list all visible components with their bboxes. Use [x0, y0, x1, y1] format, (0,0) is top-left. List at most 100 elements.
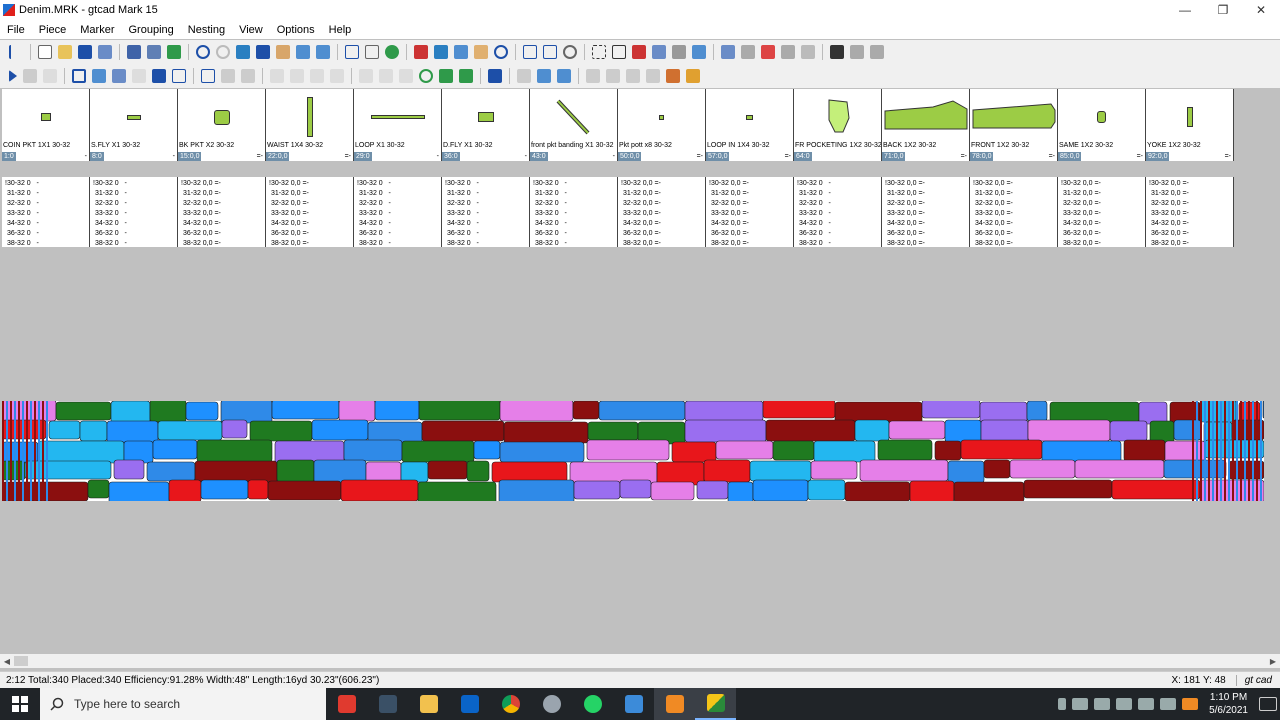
tools-icon[interactable] [666, 69, 680, 83]
marker-piece[interactable] [772, 440, 815, 461]
marker-piece[interactable] [157, 420, 223, 441]
marker-piece[interactable] [1262, 401, 1264, 419]
marker-piece[interactable] [185, 401, 219, 421]
marker-piece[interactable] [37, 440, 125, 464]
transform-icon[interactable] [652, 45, 666, 59]
step-icon[interactable] [23, 69, 37, 83]
marker-piece[interactable] [573, 480, 621, 500]
ruler-icon[interactable] [414, 45, 428, 59]
piece-card[interactable]: FRONT 1X2 30-32 78:0,0 =- [970, 89, 1058, 161]
tool-icon[interactable] [781, 45, 795, 59]
marker-piece[interactable] [152, 439, 198, 460]
marker-piece[interactable] [110, 401, 151, 424]
marker-piece[interactable] [200, 479, 249, 500]
import-icon[interactable] [98, 45, 112, 59]
select-area-icon[interactable] [592, 45, 606, 59]
grid-icon[interactable] [672, 45, 686, 59]
marker-piece[interactable] [749, 460, 812, 482]
align-icon[interactable] [434, 45, 448, 59]
taskbar-gtcad[interactable] [695, 688, 736, 720]
marker-piece[interactable] [1074, 459, 1165, 479]
size-column[interactable]: !30-32 0 - 31-32 0 - 32-32 0 - 33-32 0 -… [530, 177, 618, 247]
marker-piece[interactable] [810, 460, 858, 480]
save-icon[interactable] [78, 45, 92, 59]
piece-card[interactable]: D.FLY X1 30-32 36:0 - [442, 89, 530, 161]
nest-icon[interactable] [830, 45, 844, 59]
size-column[interactable]: !30-32 0,0 =- 31-32 0,0 =- 32-32 0,0 =- … [266, 177, 354, 247]
nest-grid-icon[interactable] [870, 45, 884, 59]
marker-piece[interactable] [587, 421, 639, 441]
marker-piece[interactable] [2, 460, 26, 481]
marker-piece[interactable] [1049, 401, 1140, 423]
marker-piece[interactable] [752, 479, 809, 501]
size-column[interactable]: !30-32 0,0 =- 31-32 0,0 =- 32-32 0,0 =- … [970, 177, 1058, 247]
marker-strip-piece[interactable] [30, 401, 32, 501]
restore-button[interactable]: ❐ [1204, 0, 1242, 20]
marker-piece[interactable] [813, 440, 876, 463]
marker-strip-piece[interactable] [46, 401, 48, 501]
marker-piece[interactable] [247, 479, 269, 500]
marker-strip-piece[interactable] [1216, 401, 1218, 501]
nest-settings-icon[interactable] [850, 45, 864, 59]
binoculars-icon[interactable] [256, 45, 270, 59]
tilt-icon[interactable] [517, 69, 531, 83]
piece-toggle-icon[interactable] [72, 69, 86, 83]
export-excel-icon[interactable] [167, 45, 181, 59]
split-icon[interactable] [488, 69, 502, 83]
wifi-icon[interactable] [1116, 698, 1133, 710]
piece-card[interactable]: LOOP IN 1X4 30-32 57:0,0 =- [706, 89, 794, 161]
marker-piece[interactable] [499, 401, 574, 422]
cut-3-icon[interactable] [626, 69, 640, 83]
marker-piece[interactable] [249, 420, 313, 442]
marker-strip-piece[interactable] [1252, 401, 1254, 501]
marker-settings-icon[interactable] [721, 45, 735, 59]
hand-icon[interactable] [474, 45, 488, 59]
taskbar-search[interactable]: Type here to search [40, 688, 326, 720]
taskbar-app-blue[interactable] [613, 688, 654, 720]
cut-2-icon[interactable] [606, 69, 620, 83]
copy-icon[interactable] [612, 45, 626, 59]
app-tray-icon[interactable] [1182, 698, 1199, 710]
pencil-icon[interactable] [459, 69, 473, 83]
marker-strip-piece[interactable] [18, 401, 20, 501]
marker-piece[interactable] [877, 439, 933, 461]
marker-piece[interactable] [401, 440, 475, 463]
piece-card[interactable]: S.FLY X1 30-32 8:0 - [90, 89, 178, 161]
marker-piece[interactable] [24, 460, 112, 480]
marker-piece[interactable] [598, 401, 686, 421]
new-file-icon[interactable] [38, 45, 52, 59]
marker-strip-piece[interactable] [1228, 401, 1230, 501]
menu-piece[interactable]: Piece [32, 24, 74, 36]
tilt-3-icon[interactable] [557, 69, 571, 83]
taskbar-outlook[interactable] [449, 688, 490, 720]
marker-piece[interactable] [1026, 401, 1048, 422]
piece-card[interactable]: front pkt banding X1 30-32 43:0 - [530, 89, 618, 161]
marker-strip-piece[interactable] [1240, 401, 1242, 501]
marker-strip-piece[interactable] [1260, 401, 1262, 501]
menu-view[interactable]: View [232, 24, 270, 36]
marker-piece[interactable] [1228, 460, 1264, 480]
text-icon[interactable] [454, 45, 468, 59]
menu-file[interactable]: File [0, 24, 32, 36]
size-column[interactable]: !30-32 0,0 =- 31-32 0,0 =- 32-32 0,0 =- … [1146, 177, 1234, 247]
size-column[interactable]: !30-32 0 - 31-32 0 - 32-32 0 - 33-32 0 -… [2, 177, 90, 247]
taskbar-whatsapp[interactable] [572, 688, 613, 720]
piece-card[interactable]: BACK 1X2 30-32 71:0,0 =- [882, 89, 970, 161]
marker-piece[interactable] [108, 481, 170, 501]
cut-4-icon[interactable] [646, 69, 660, 83]
menu-grouping[interactable]: Grouping [122, 24, 181, 36]
taskbar-app-calculator[interactable] [367, 688, 408, 720]
scroll-right-icon[interactable]: ▶ [1266, 654, 1280, 668]
marker-piece[interactable] [715, 440, 774, 460]
marker-piece[interactable] [466, 460, 490, 482]
marker-strip-piece[interactable] [22, 401, 24, 501]
size-column[interactable]: !30-32 0,0 =- 31-32 0,0 =- 32-32 0,0 =- … [1058, 177, 1146, 247]
taskbar-app-gray[interactable] [531, 688, 572, 720]
info-icon[interactable] [345, 45, 359, 59]
marker-strip-piece[interactable] [6, 401, 8, 501]
marker-piece[interactable] [427, 460, 468, 480]
magic-icon[interactable] [801, 45, 815, 59]
marker-piece[interactable] [586, 439, 670, 461]
marker-piece[interactable] [48, 420, 81, 440]
table-icon[interactable] [741, 45, 755, 59]
